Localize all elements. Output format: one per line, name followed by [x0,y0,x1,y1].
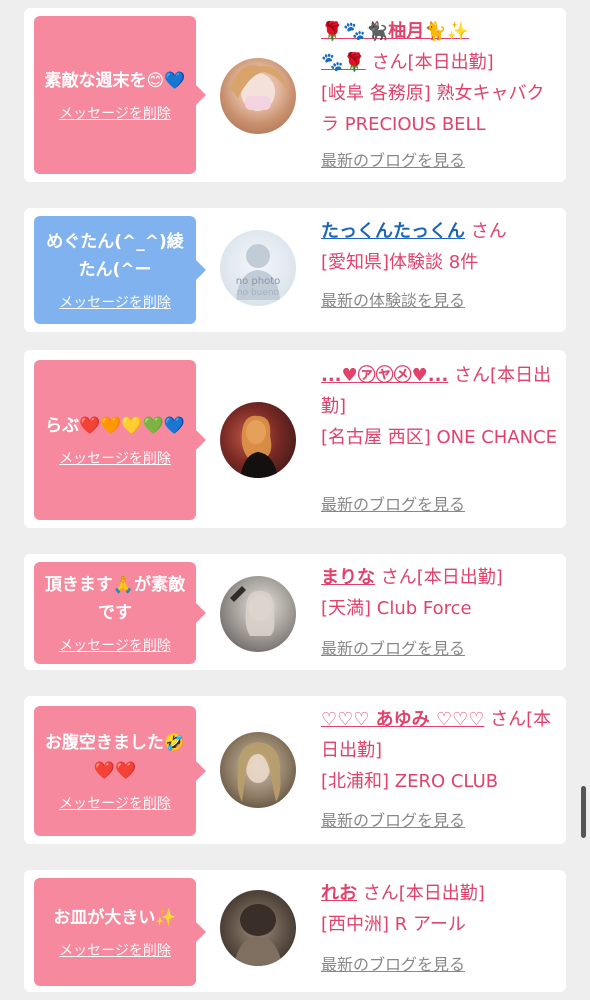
avatar[interactable] [220,58,296,134]
shop-detail: [名古屋 西区] ONE CHANCE [321,427,558,448]
message-card: お皿が大きい✨ メッセージを削除 れお さん[本日出勤] [西中洲] R アール… [24,870,566,992]
message-card: 頂きます🙏が素敵です メッセージを削除 まりな さん[本日出勤] [天満] Cl… [24,554,566,670]
message-text: めぐたん(^_^)綾たん(^ー [46,232,184,280]
profile-info: 🌹🐾🐈‍⬛柚月🐈✨ 🐾🌹 さん[本日出勤] [岐阜 各務原] 熟女キャバクラ P… [321,16,559,140]
delete-message-link[interactable]: メッセージを削除 [59,940,171,960]
message-text: 素敵な週末を😊💙 [44,71,186,91]
profile-info: たっくんたっくん さん [愛知県]体験談 8件 [321,216,559,278]
profile-name[interactable]: ...♥㋐㋳㋱♥... [321,365,448,386]
shop-detail: [岐阜 各務原] 熟女キャバクラ PRECIOUS BELL [321,83,545,135]
profile-info: まりな さん[本日出勤] [天満] Club Force [321,562,559,624]
no-photo-sub-label: no bueno [236,288,280,298]
message-bubble: めぐたん(^_^)綾たん(^ー メッセージを削除 [34,216,206,324]
shop-detail: [北浦和] ZERO CLUB [321,771,499,792]
status-text: さん[本日出勤] [371,52,494,73]
profile-name-extra[interactable]: 🐾🌹 [321,52,366,73]
profile-name[interactable]: まりな [321,567,375,588]
message-text: らぶ❤️🧡💛💚💙 [45,416,185,436]
message-bubble: お腹空きました🤣❤️❤️ メッセージを削除 [34,706,206,836]
avatar[interactable]: no photo no bueno [220,230,296,306]
review-detail: [愛知県]体験談 8件 [321,252,479,273]
message-card: 素敵な週末を😊💙 メッセージを削除 🌹🐾🐈‍⬛柚月🐈✨ 🐾🌹 さん[本日出勤] … [24,8,566,182]
message-bubble: らぶ❤️🧡💛💚💙 メッセージを削除 [34,360,206,520]
shop-detail: [西中洲] R アール [321,914,466,935]
message-bubble: お皿が大きい✨ メッセージを削除 [34,878,206,986]
profile-name[interactable]: れお [321,883,357,904]
message-card: らぶ❤️🧡💛💚💙 メッセージを削除 ...♥㋐㋳㋱♥... さん[本日出勤] [… [24,350,566,528]
avatar-photo [240,415,278,478]
delete-message-link[interactable]: メッセージを削除 [59,103,171,123]
avatar[interactable] [220,732,296,808]
latest-blog-link[interactable]: 最新のブログを見る [321,810,465,832]
delete-message-link[interactable]: メッセージを削除 [59,292,171,312]
profile-info: れお さん[本日出勤] [西中洲] R アール [321,878,559,940]
latest-blog-link[interactable]: 最新のブログを見る [321,638,465,660]
status-text: さん [470,221,507,242]
latest-review-link[interactable]: 最新の体験談を見る [321,290,465,312]
avatar[interactable] [220,890,296,966]
message-text: 頂きます🙏が素敵です [44,575,186,623]
message-bubble: 素敵な週末を😊💙 メッセージを削除 [34,16,206,174]
profile-info: ♡♡♡ あゆみ ♡♡♡ さん[本日出勤] [北浦和] ZERO CLUB [321,704,559,797]
no-photo-label: no photo [235,276,281,287]
avatar[interactable] [220,576,296,652]
latest-blog-link[interactable]: 最新のブログを見る [321,954,465,976]
latest-blog-link[interactable]: 最新のブログを見る [321,150,465,172]
message-bubble: 頂きます🙏が素敵です メッセージを削除 [34,562,206,664]
status-text: さん[本日出勤] [362,883,485,904]
message-card: お腹空きました🤣❤️❤️ メッセージを削除 ♡♡♡ あゆみ ♡♡♡ さん[本日出… [24,696,566,844]
status-text: さん[本日出勤] [380,567,503,588]
delete-message-link[interactable]: メッセージを削除 [59,635,171,655]
latest-blog-link[interactable]: 最新のブログを見る [321,494,465,516]
profile-name[interactable]: たっくんたっくん [321,221,465,242]
avatar-photo [234,904,282,966]
shop-detail: [天満] Club Force [321,598,472,619]
profile-info: ...♥㋐㋳㋱♥... さん[本日出勤] [名古屋 西区] ONE CHANCE [321,360,559,453]
delete-message-link[interactable]: メッセージを削除 [59,448,171,468]
avatar-photo [230,64,288,111]
message-text: お腹空きました🤣❤️❤️ [44,733,186,781]
avatar[interactable] [220,402,296,478]
scrollbar[interactable] [581,786,586,838]
avatar-photo [237,742,281,802]
delete-message-link[interactable]: メッセージを削除 [59,793,171,813]
profile-name[interactable]: 🌹🐾🐈‍⬛柚月🐈✨ [321,21,469,42]
message-card: めぐたん(^_^)綾たん(^ー メッセージを削除 no photo no bue… [24,208,566,332]
avatar-photo [230,586,275,636]
message-text: お皿が大きい✨ [53,908,177,928]
profile-name[interactable]: ♡♡♡ あゆみ ♡♡♡ [321,709,484,730]
